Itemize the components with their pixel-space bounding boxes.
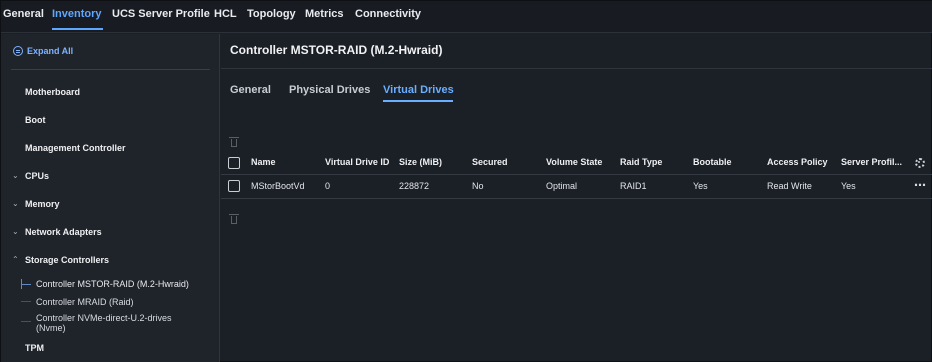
sidebar-subitem-nvme-direct[interactable]: Controller NVMe-direct-U.2-drives bbox=[36, 313, 172, 323]
tree-connector bbox=[21, 301, 31, 302]
title-divider bbox=[221, 68, 932, 69]
window: General Inventory UCS Server Profile HCL… bbox=[0, 0, 932, 362]
cell-virtual-drive-id: 0 bbox=[325, 181, 331, 191]
tab-hcl[interactable]: HCL bbox=[214, 8, 237, 20]
cell-server-profile: Yes bbox=[841, 181, 856, 191]
tab-controller-general[interactable]: General bbox=[230, 84, 271, 96]
table-row-divider bbox=[221, 198, 932, 199]
tab-inventory[interactable]: Inventory bbox=[52, 8, 102, 20]
top-tab-bar: General Inventory UCS Server Profile HCL… bbox=[1, 1, 932, 33]
tab-general[interactable]: General bbox=[3, 8, 44, 20]
cell-size: 228872 bbox=[399, 181, 430, 191]
expand-all-icon bbox=[13, 46, 23, 56]
column-header-server-profile[interactable]: Server Profil... bbox=[841, 157, 902, 167]
tab-ucs-server-profile[interactable]: UCS Server Profile bbox=[112, 8, 210, 20]
more-options-icon[interactable]: ⋯ bbox=[914, 178, 926, 192]
expand-all-label: Expand All bbox=[27, 46, 74, 56]
sidebar-item-boot[interactable]: Boot bbox=[25, 115, 46, 125]
chevron-down-icon[interactable]: ⌄ bbox=[12, 199, 19, 208]
trash-icon[interactable] bbox=[229, 137, 239, 147]
tree-connector bbox=[21, 284, 31, 285]
cell-volume-state: Optimal bbox=[546, 181, 578, 191]
select-all-checkbox[interactable] bbox=[228, 157, 240, 169]
sidebar-item-network-adapters[interactable]: Network Adapters bbox=[25, 227, 102, 237]
column-header-name[interactable]: Name bbox=[251, 157, 276, 167]
cell-name: MStorBootVd bbox=[251, 181, 305, 191]
tab-metrics[interactable]: Metrics bbox=[305, 8, 344, 20]
column-header-volume-state[interactable]: Volume State bbox=[546, 157, 602, 167]
sidebar-item-management-controller[interactable]: Management Controller bbox=[25, 143, 126, 153]
tab-topology[interactable]: Topology bbox=[247, 8, 296, 20]
sidebar-divider bbox=[11, 69, 210, 70]
column-header-secured[interactable]: Secured bbox=[472, 157, 508, 167]
cell-bootable: Yes bbox=[693, 181, 708, 191]
chevron-down-icon[interactable]: ⌄ bbox=[12, 171, 19, 180]
active-subtab-indicator bbox=[383, 100, 453, 102]
sidebar-item-cpus[interactable]: CPUs bbox=[25, 171, 49, 181]
column-header-access-policy[interactable]: Access Policy bbox=[767, 157, 828, 167]
trash-icon[interactable] bbox=[229, 214, 239, 224]
sidebar-item-motherboard[interactable]: Motherboard bbox=[25, 87, 80, 97]
tab-physical-drives[interactable]: Physical Drives bbox=[289, 84, 370, 96]
settings-gear-icon[interactable] bbox=[915, 158, 925, 168]
row-checkbox[interactable] bbox=[228, 180, 240, 192]
chevron-up-icon[interactable]: ⌃ bbox=[12, 255, 19, 264]
sidebar-item-memory[interactable]: Memory bbox=[25, 199, 60, 209]
tab-connectivity[interactable]: Connectivity bbox=[355, 8, 421, 20]
table-header-divider bbox=[221, 174, 932, 175]
column-header-size[interactable]: Size (MiB) bbox=[399, 157, 442, 167]
sidebar-subitem-nvme-direct-suffix: (Nvme) bbox=[36, 323, 66, 333]
inventory-sidebar: Expand All Motherboard Boot Management C… bbox=[1, 34, 220, 362]
cell-raid-type: RAID1 bbox=[620, 181, 647, 191]
chevron-down-icon[interactable]: ⌄ bbox=[12, 227, 19, 236]
tree-connector bbox=[21, 321, 31, 322]
sidebar-subitem-mstor-raid[interactable]: Controller MSTOR-RAID (M.2-Hwraid) bbox=[36, 279, 189, 289]
column-header-bootable[interactable]: Bootable bbox=[693, 157, 732, 167]
sidebar-item-tpm[interactable]: TPM bbox=[25, 343, 44, 353]
sidebar-item-storage-controllers[interactable]: Storage Controllers bbox=[25, 255, 109, 265]
page-title: Controller MSTOR-RAID (M.2-Hwraid) bbox=[230, 43, 443, 57]
cell-secured: No bbox=[472, 181, 484, 191]
tab-virtual-drives[interactable]: Virtual Drives bbox=[383, 84, 454, 96]
column-header-raid-type[interactable]: Raid Type bbox=[620, 157, 662, 167]
expand-all-button[interactable]: Expand All bbox=[13, 46, 73, 56]
cell-access-policy: Read Write bbox=[767, 181, 812, 191]
column-header-virtual-drive-id[interactable]: Virtual Drive ID bbox=[325, 157, 389, 167]
active-tab-indicator bbox=[52, 28, 103, 30]
sidebar-subitem-mraid[interactable]: Controller MRAID (Raid) bbox=[36, 297, 134, 307]
